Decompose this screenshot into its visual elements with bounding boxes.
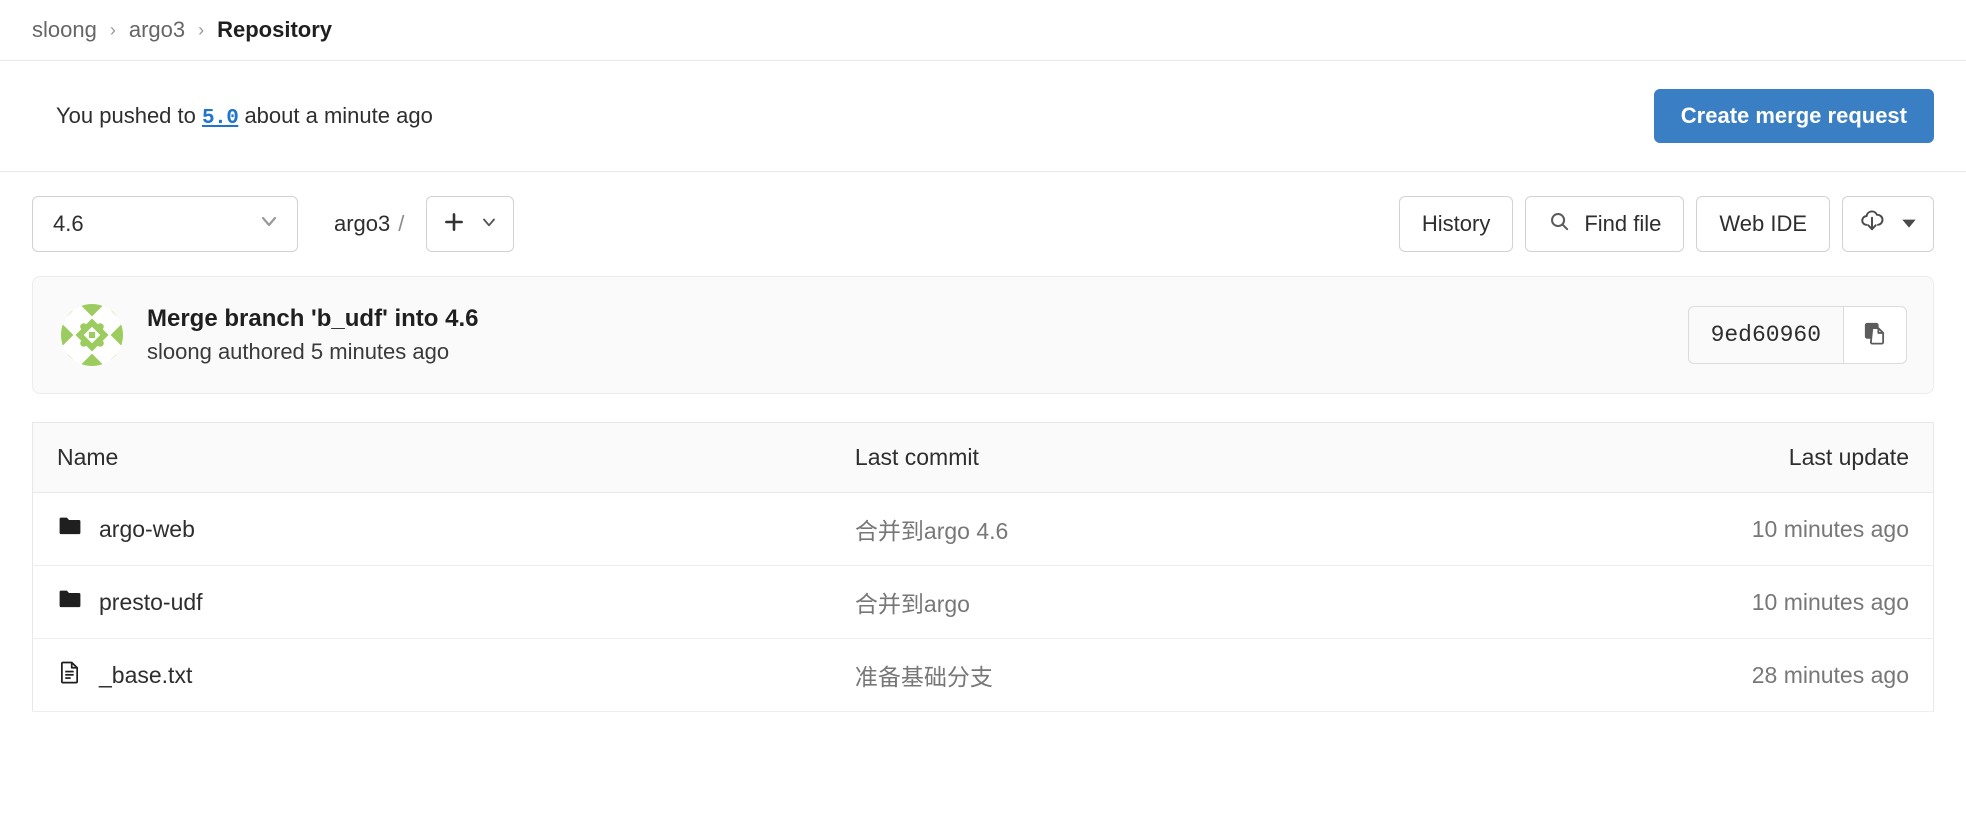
toolbar-left-group: 4.6 argo3 / bbox=[32, 196, 515, 252]
last-commit-meta: Merge branch 'b_udf' into 4.6 sloong aut… bbox=[147, 303, 478, 366]
repository-page: sloong › argo3 › Repository You pushed t… bbox=[0, 0, 1966, 828]
file-name-wrapper: _base.txt bbox=[57, 659, 807, 691]
copy-icon bbox=[1862, 320, 1888, 351]
push-notification-row: You pushed to 5.0 about a minute ago Cre… bbox=[0, 61, 1966, 171]
identicon-avatar bbox=[61, 303, 123, 366]
column-header-name: Name bbox=[32, 422, 831, 493]
breadcrumb-item-group[interactable]: sloong bbox=[32, 17, 97, 43]
chevron-right-icon: › bbox=[198, 20, 205, 40]
file-name-cell: argo-web bbox=[32, 492, 831, 566]
branch-selector-value: 4.6 bbox=[53, 211, 84, 236]
file-last-update: 28 minutes ago bbox=[1553, 638, 1934, 712]
last-commit-section: Merge branch 'b_udf' into 4.6 sloong aut… bbox=[0, 276, 1966, 394]
file-icon bbox=[57, 659, 83, 691]
file-name-cell: _base.txt bbox=[32, 638, 831, 712]
chevron-down-icon bbox=[479, 212, 499, 237]
column-header-last-commit: Last commit bbox=[830, 422, 1554, 493]
table-row[interactable]: _base.txt 准备基础分支 28 minutes ago bbox=[32, 638, 1934, 712]
copy-sha-button[interactable] bbox=[1843, 306, 1907, 364]
file-name-link[interactable]: presto-udf bbox=[99, 589, 203, 616]
path-root: argo3 bbox=[334, 211, 391, 236]
add-to-tree-button[interactable] bbox=[426, 196, 515, 252]
commit-sha-group: 9ed60960 bbox=[1687, 306, 1907, 364]
table-row[interactable]: argo-web 合并到argo 4.6 10 minutes ago bbox=[32, 492, 1934, 566]
find-file-button-label: Find file bbox=[1584, 211, 1662, 236]
push-branch-link[interactable]: 5.0 bbox=[202, 107, 239, 130]
history-button-label: History bbox=[1421, 211, 1491, 236]
file-last-commit[interactable]: 合并到argo bbox=[830, 565, 1554, 639]
file-last-update: 10 minutes ago bbox=[1553, 565, 1934, 639]
column-header-last-update: Last update bbox=[1553, 422, 1934, 493]
file-name-link[interactable]: _base.txt bbox=[99, 662, 192, 689]
file-name-wrapper: argo-web bbox=[57, 513, 807, 545]
folder-icon bbox=[57, 586, 83, 618]
commit-sha[interactable]: 9ed60960 bbox=[1687, 306, 1843, 364]
file-name-wrapper: presto-udf bbox=[57, 586, 807, 618]
web-ide-button[interactable]: Web IDE bbox=[1696, 196, 1830, 252]
download-cloud-icon bbox=[1859, 208, 1885, 240]
breadcrumb-item-project[interactable]: argo3 bbox=[129, 17, 185, 43]
file-name-link[interactable]: argo-web bbox=[99, 516, 195, 543]
table-row[interactable]: presto-udf 合并到argo 10 minutes ago bbox=[32, 565, 1934, 639]
breadcrumb-item-current: Repository bbox=[217, 17, 333, 42]
find-file-button[interactable]: Find file bbox=[1525, 196, 1685, 252]
file-last-update: 10 minutes ago bbox=[1553, 492, 1934, 566]
toolbar-right-group: History Find file Web IDE bbox=[1387, 196, 1934, 252]
push-prefix: You pushed to bbox=[56, 102, 196, 128]
caret-down-icon bbox=[1901, 211, 1917, 237]
last-commit-panel: Merge branch 'b_udf' into 4.6 sloong aut… bbox=[32, 276, 1934, 394]
repository-toolbar: 4.6 argo3 / History Find file Web IDE bbox=[0, 172, 1966, 276]
push-suffix: about a minute ago bbox=[244, 102, 433, 128]
file-name-cell: presto-udf bbox=[32, 565, 831, 639]
last-commit-title[interactable]: Merge branch 'b_udf' into 4.6 bbox=[147, 303, 478, 335]
file-table-head: Name Last commit Last update bbox=[32, 422, 1934, 493]
path-separator: / bbox=[398, 211, 405, 236]
download-source-button[interactable] bbox=[1842, 196, 1934, 252]
create-merge-request-button[interactable]: Create merge request bbox=[1653, 88, 1934, 144]
history-button[interactable]: History bbox=[1398, 196, 1514, 252]
last-commit-author: sloong authored 5 minutes ago bbox=[147, 338, 450, 364]
branch-selector[interactable]: 4.6 bbox=[32, 196, 298, 252]
folder-icon bbox=[57, 513, 83, 545]
file-table-body: argo-web 合并到argo 4.6 10 minutes ago pres… bbox=[32, 492, 1934, 712]
file-last-commit[interactable]: 合并到argo 4.6 bbox=[830, 492, 1554, 566]
push-notification-text: You pushed to 5.0 about a minute ago bbox=[56, 103, 433, 130]
file-list-section: Name Last commit Last update argo-web 合并… bbox=[0, 422, 1966, 712]
file-table-header-row: Name Last commit Last update bbox=[32, 422, 1934, 493]
chevron-down-icon bbox=[257, 209, 281, 239]
plus-icon bbox=[441, 209, 467, 240]
file-last-commit[interactable]: 准备基础分支 bbox=[830, 638, 1554, 712]
chevron-right-icon: › bbox=[109, 20, 116, 40]
repository-path: argo3 / bbox=[334, 211, 404, 237]
web-ide-button-label: Web IDE bbox=[1719, 211, 1807, 236]
last-commit-info: Merge branch 'b_udf' into 4.6 sloong aut… bbox=[61, 303, 478, 366]
search-icon bbox=[1548, 210, 1571, 239]
breadcrumb: sloong › argo3 › Repository bbox=[0, 0, 1966, 60]
file-table: Name Last commit Last update argo-web 合并… bbox=[32, 422, 1934, 712]
